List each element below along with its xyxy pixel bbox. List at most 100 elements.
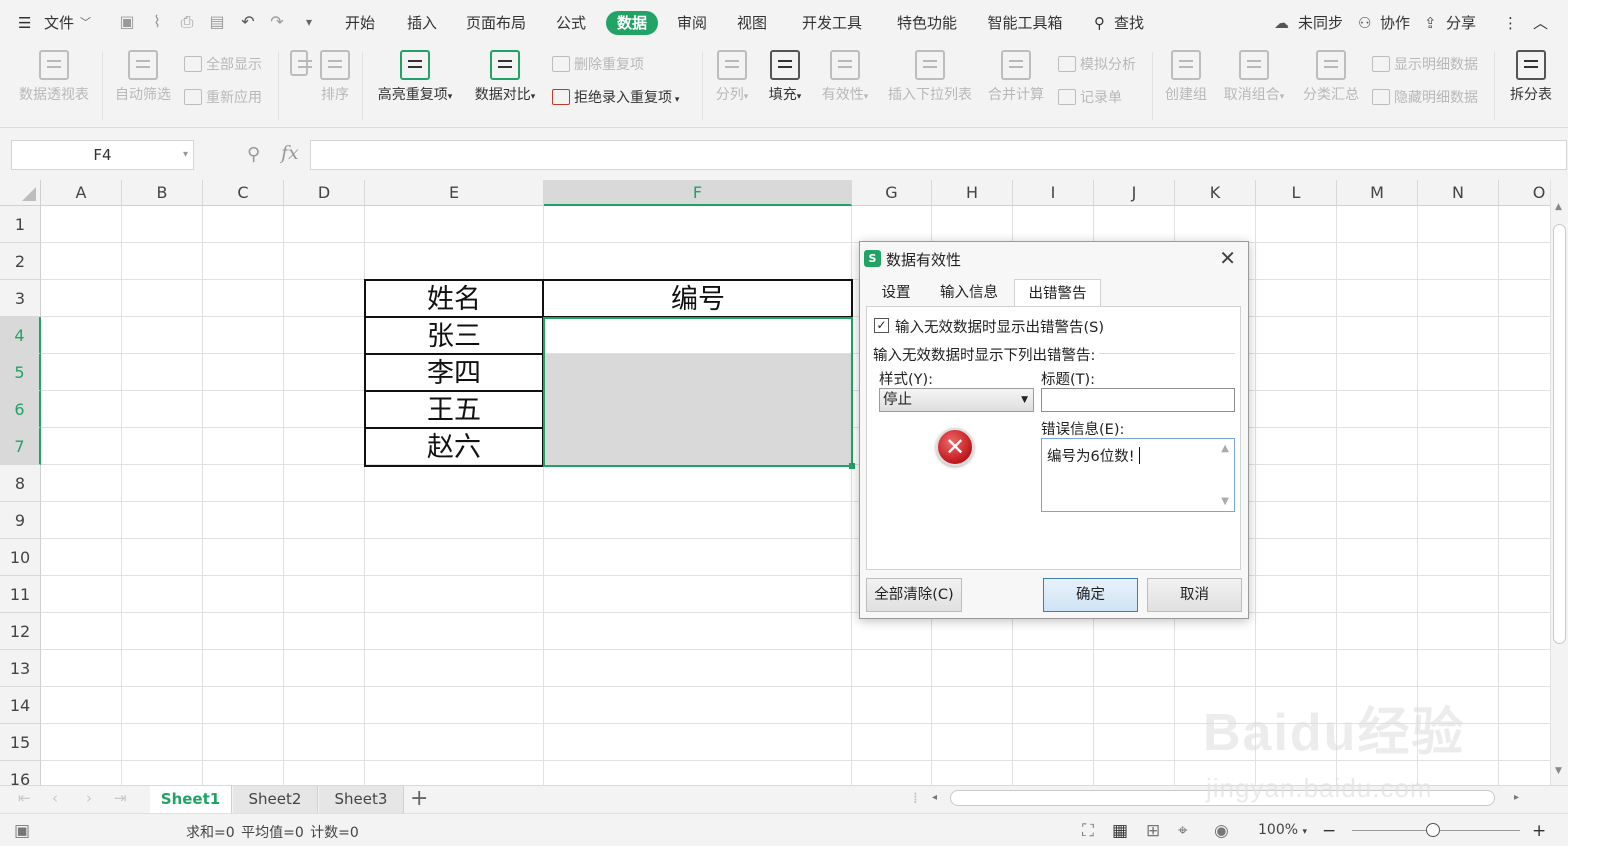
title-input[interactable] bbox=[1041, 388, 1235, 412]
search-button[interactable]: 查找 bbox=[1114, 11, 1144, 35]
tab-developer[interactable]: 开发工具 bbox=[796, 11, 868, 35]
column-header-b[interactable]: B bbox=[122, 180, 203, 206]
column-header-g[interactable]: G bbox=[852, 180, 932, 206]
sheet-tab-sheet1[interactable]: Sheet1 bbox=[150, 786, 232, 813]
scroll-right-icon[interactable]: ▸ bbox=[1514, 792, 1519, 803]
row-header-8[interactable]: 8 bbox=[0, 465, 41, 502]
tab-settings[interactable]: 设置 bbox=[870, 279, 922, 307]
chevron-down-icon[interactable]: ▾ bbox=[183, 141, 188, 169]
row-header-14[interactable]: 14 bbox=[0, 687, 41, 724]
row-header-6[interactable]: 6 bbox=[0, 391, 41, 428]
show-error-alert-label[interactable]: 输入无效数据时显示出错警告(S) bbox=[895, 316, 1104, 337]
column-header-f[interactable]: F bbox=[544, 180, 852, 206]
error-message-textarea[interactable]: 编号为6位数! ▲ ▼ bbox=[1041, 438, 1235, 512]
row-header-4[interactable]: 4 bbox=[0, 317, 41, 354]
format-painter-icon[interactable]: ⌇ bbox=[146, 11, 168, 33]
tab-data[interactable]: 数据 bbox=[606, 11, 658, 35]
column-header-j[interactable]: J bbox=[1094, 180, 1175, 206]
undo-icon[interactable]: ↶ bbox=[237, 11, 259, 33]
pivot-table-button[interactable]: 数据透视表 bbox=[15, 50, 93, 104]
row-header-1[interactable]: 1 bbox=[0, 206, 41, 243]
header-cell-id[interactable]: 编号 bbox=[545, 281, 851, 316]
normal-view-icon[interactable]: ▦ bbox=[1112, 821, 1128, 841]
column-header-o[interactable]: O bbox=[1499, 180, 1550, 206]
share-button[interactable]: 分享 bbox=[1446, 11, 1476, 35]
scroll-up-icon[interactable]: ▲ bbox=[1221, 443, 1229, 454]
tab-view[interactable]: 视图 bbox=[728, 11, 776, 35]
column-header-e[interactable]: E bbox=[365, 180, 544, 206]
vertical-scrollbar[interactable]: ▲ ▼ bbox=[1550, 180, 1568, 785]
customize-quickbar-icon[interactable]: ▾ bbox=[298, 11, 320, 33]
file-menu[interactable]: 文件 bbox=[44, 11, 74, 35]
tab-review[interactable]: 审阅 bbox=[668, 11, 716, 35]
more-icon[interactable]: ⋮ bbox=[1503, 11, 1518, 35]
dropdown-arrow-icon[interactable]: ▼ bbox=[1021, 389, 1028, 411]
fill-button[interactable]: 填充▾ bbox=[762, 50, 808, 104]
print-preview-icon[interactable]: ▤ bbox=[206, 11, 228, 33]
column-header-i[interactable]: I bbox=[1013, 180, 1094, 206]
column-header-c[interactable]: C bbox=[203, 180, 284, 206]
sheet-tab-sheet3[interactable]: Sheet3 bbox=[319, 786, 404, 813]
page-break-view-icon[interactable]: ⊞ bbox=[1146, 821, 1160, 841]
row-header-13[interactable]: 13 bbox=[0, 650, 41, 687]
name-cell[interactable]: 张三 bbox=[366, 318, 542, 353]
data-compare-button[interactable]: 数据对比▾ bbox=[468, 50, 542, 104]
macro-record-icon[interactable]: ▣ bbox=[14, 821, 30, 841]
tab-home[interactable]: 开始 bbox=[336, 11, 384, 35]
split-table-button[interactable]: 拆分表 bbox=[1506, 50, 1556, 104]
select-all-corner[interactable] bbox=[0, 180, 41, 206]
record-form-button[interactable]: 记录单 bbox=[1058, 87, 1122, 107]
tab-page-layout[interactable]: 页面布局 bbox=[460, 11, 532, 35]
scroll-down-icon[interactable]: ▼ bbox=[1555, 766, 1562, 776]
column-header-n[interactable]: N bbox=[1418, 180, 1499, 206]
print-icon[interactable]: ⎙ bbox=[176, 11, 198, 33]
scroll-down-icon[interactable]: ▼ bbox=[1221, 496, 1229, 507]
column-header-a[interactable]: A bbox=[41, 180, 122, 206]
row-header-9[interactable]: 9 bbox=[0, 502, 41, 539]
last-sheet-icon[interactable]: ⇥ bbox=[114, 789, 127, 807]
column-header-h[interactable]: H bbox=[932, 180, 1013, 206]
sort-asc-button[interactable] bbox=[288, 50, 312, 80]
show-all-button[interactable]: 全部显示 bbox=[184, 54, 262, 74]
column-header-m[interactable]: M bbox=[1337, 180, 1418, 206]
scroll-up-icon[interactable]: ▲ bbox=[1555, 202, 1562, 212]
clear-all-button[interactable]: 全部清除(C) bbox=[866, 578, 962, 612]
ok-button[interactable]: 确定 bbox=[1043, 578, 1138, 612]
row-header-15[interactable]: 15 bbox=[0, 724, 41, 761]
subtotal-button[interactable]: 分类汇总 bbox=[1298, 50, 1364, 104]
split-column-button[interactable]: 分列▾ bbox=[710, 50, 754, 104]
tab-input-message[interactable]: 输入信息 bbox=[930, 279, 1008, 307]
row-header-2[interactable]: 2 bbox=[0, 243, 41, 280]
add-sheet-button[interactable]: + bbox=[410, 786, 428, 812]
tab-insert[interactable]: 插入 bbox=[398, 11, 446, 35]
row-header-5[interactable]: 5 bbox=[0, 354, 41, 391]
style-select[interactable]: 停止 ▼ bbox=[879, 388, 1034, 412]
zoom-formula-icon[interactable]: ⚲ bbox=[247, 144, 260, 165]
sheet-tab-sheet2[interactable]: Sheet2 bbox=[233, 786, 318, 813]
row-header-12[interactable]: 12 bbox=[0, 613, 41, 650]
autofilter-button[interactable]: 自动筛选 bbox=[112, 50, 174, 104]
tab-formulas[interactable]: 公式 bbox=[547, 11, 595, 35]
collab-button[interactable]: 协作 bbox=[1380, 11, 1410, 35]
sort-button[interactable]: 排序 bbox=[314, 50, 356, 104]
tab-error-alert[interactable]: 出错警告 bbox=[1014, 279, 1101, 307]
zoom-out-icon[interactable]: − bbox=[1322, 821, 1336, 841]
name-cell[interactable]: 王五 bbox=[366, 392, 542, 427]
ungroup-button[interactable]: 取消组合▾ bbox=[1218, 50, 1290, 104]
fx-icon[interactable]: fx bbox=[281, 142, 299, 164]
cancel-button[interactable]: 取消 bbox=[1147, 578, 1242, 612]
column-header-l[interactable]: L bbox=[1256, 180, 1337, 206]
show-detail-button[interactable]: 显示明细数据 bbox=[1372, 54, 1478, 74]
column-header-d[interactable]: D bbox=[284, 180, 365, 206]
name-cell[interactable]: 赵六 bbox=[366, 429, 542, 464]
collapse-ribbon-icon[interactable]: ︿ bbox=[1533, 11, 1548, 35]
hamburger-icon[interactable]: ☰ bbox=[18, 11, 31, 35]
fullscreen-icon[interactable]: ⛶ bbox=[1082, 821, 1094, 841]
header-cell-name[interactable]: 姓名 bbox=[366, 281, 542, 316]
sync-status[interactable]: 未同步 bbox=[1298, 11, 1343, 35]
reapply-button[interactable]: 重新应用 bbox=[184, 87, 262, 107]
next-sheet-icon[interactable]: › bbox=[86, 789, 92, 807]
validity-button[interactable]: 有效性▾ bbox=[816, 50, 874, 104]
scroll-thumb[interactable] bbox=[1553, 224, 1566, 644]
name-box[interactable]: F4 ▾ bbox=[11, 140, 194, 170]
